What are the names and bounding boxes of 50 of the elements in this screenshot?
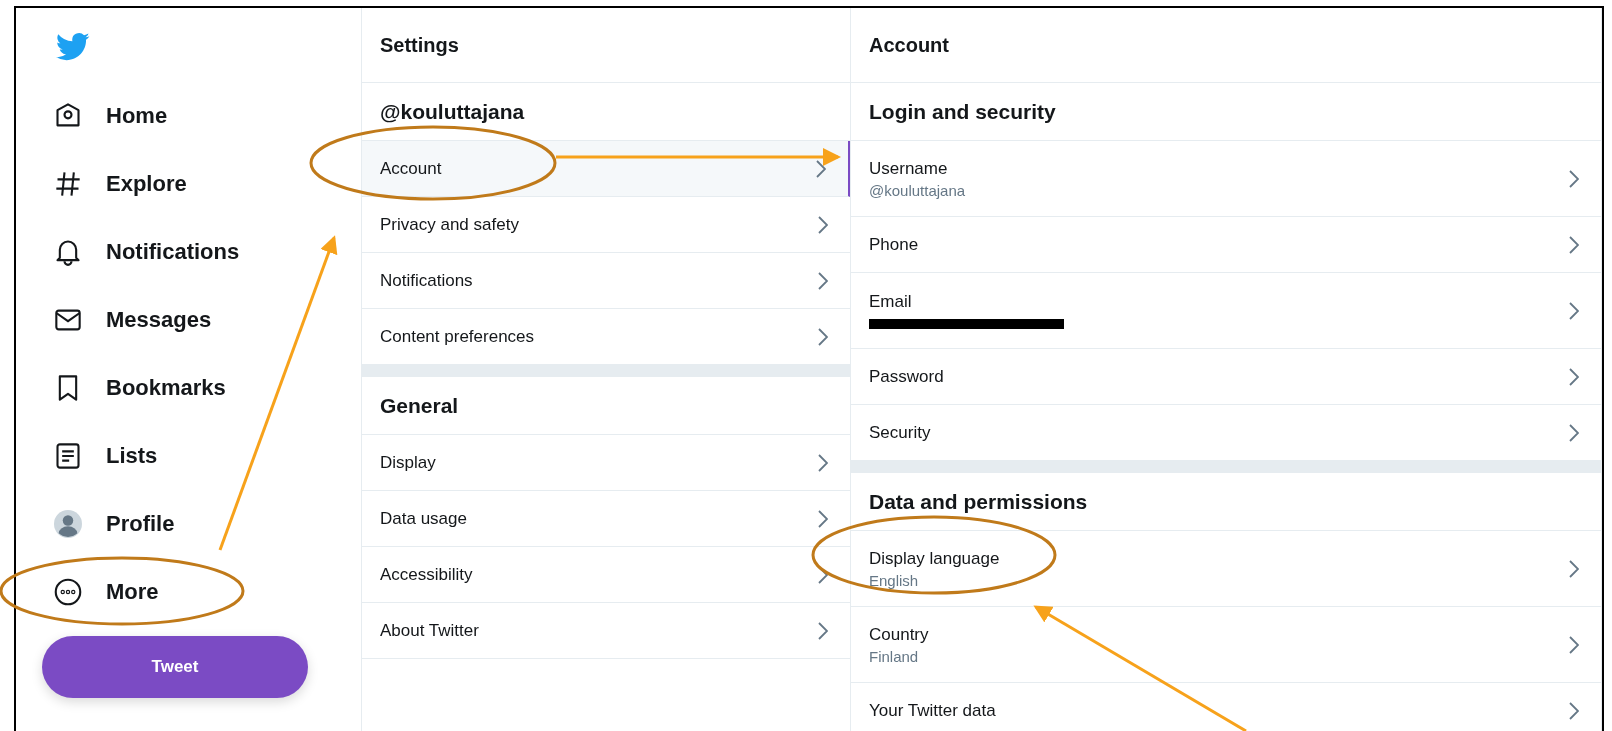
chevron-right-icon [1569, 559, 1579, 578]
settings-item[interactable]: Data usage [362, 491, 850, 547]
nav-item[interactable]: Notifications [42, 218, 240, 286]
chevron-right-icon [816, 159, 826, 178]
settings-item[interactable]: Display language English [851, 531, 1601, 607]
settings-item[interactable]: Display [362, 435, 850, 491]
settings-item[interactable]: Phone [851, 217, 1601, 273]
bird-logo-icon[interactable] [56, 32, 90, 62]
more-icon [54, 578, 82, 606]
settings-item[interactable]: Password [851, 349, 1601, 405]
nav-item[interactable]: Explore [42, 150, 187, 218]
chevron-right-icon [1569, 301, 1579, 320]
avatar-icon [54, 510, 82, 538]
nav-item[interactable]: Bookmarks [42, 354, 226, 422]
nav-item[interactable]: Profile [42, 490, 175, 558]
hashtag-icon [54, 170, 82, 198]
chevron-right-icon [1569, 367, 1579, 386]
settings-item[interactable]: Your Twitter data [851, 683, 1601, 731]
settings-item[interactable]: Accessibility [362, 547, 850, 603]
chevron-right-icon [1569, 423, 1579, 442]
nav-item[interactable]: Home [42, 82, 168, 150]
tweet-button[interactable]: Tweet [42, 636, 308, 698]
column-title: Account [869, 33, 949, 57]
nav-item[interactable]: Messages [42, 286, 212, 354]
list-icon [54, 442, 82, 470]
bell-icon [54, 238, 82, 266]
settings-item[interactable]: Privacy and safety [362, 197, 850, 253]
nav-item[interactable]: More [42, 558, 159, 626]
section-heading: Data and permissions [869, 489, 1088, 514]
chevron-right-icon [1569, 169, 1579, 188]
chevron-right-icon [818, 509, 828, 528]
settings-item[interactable]: Username @kouluttajana [851, 141, 1601, 217]
chevron-right-icon [818, 327, 828, 346]
section-heading: General [380, 393, 459, 418]
section-heading: Login and security [869, 99, 1056, 124]
settings-item[interactable]: Account [362, 141, 850, 197]
chevron-right-icon [818, 271, 828, 290]
section-heading: @kouluttajana [380, 99, 525, 124]
chevron-right-icon [818, 453, 828, 472]
settings-item[interactable]: About Twitter [362, 603, 850, 659]
chevron-right-icon [818, 621, 828, 640]
settings-item[interactable]: Email [851, 273, 1601, 349]
chevron-right-icon [1569, 701, 1579, 720]
nav-item[interactable]: Lists [42, 422, 158, 490]
column-title: Settings [380, 33, 459, 57]
chevron-right-icon [1569, 235, 1579, 254]
settings-item[interactable]: Country Finland [851, 607, 1601, 683]
settings-item[interactable]: Notifications [362, 253, 850, 309]
chevron-right-icon [1569, 635, 1579, 654]
chevron-right-icon [818, 215, 828, 234]
